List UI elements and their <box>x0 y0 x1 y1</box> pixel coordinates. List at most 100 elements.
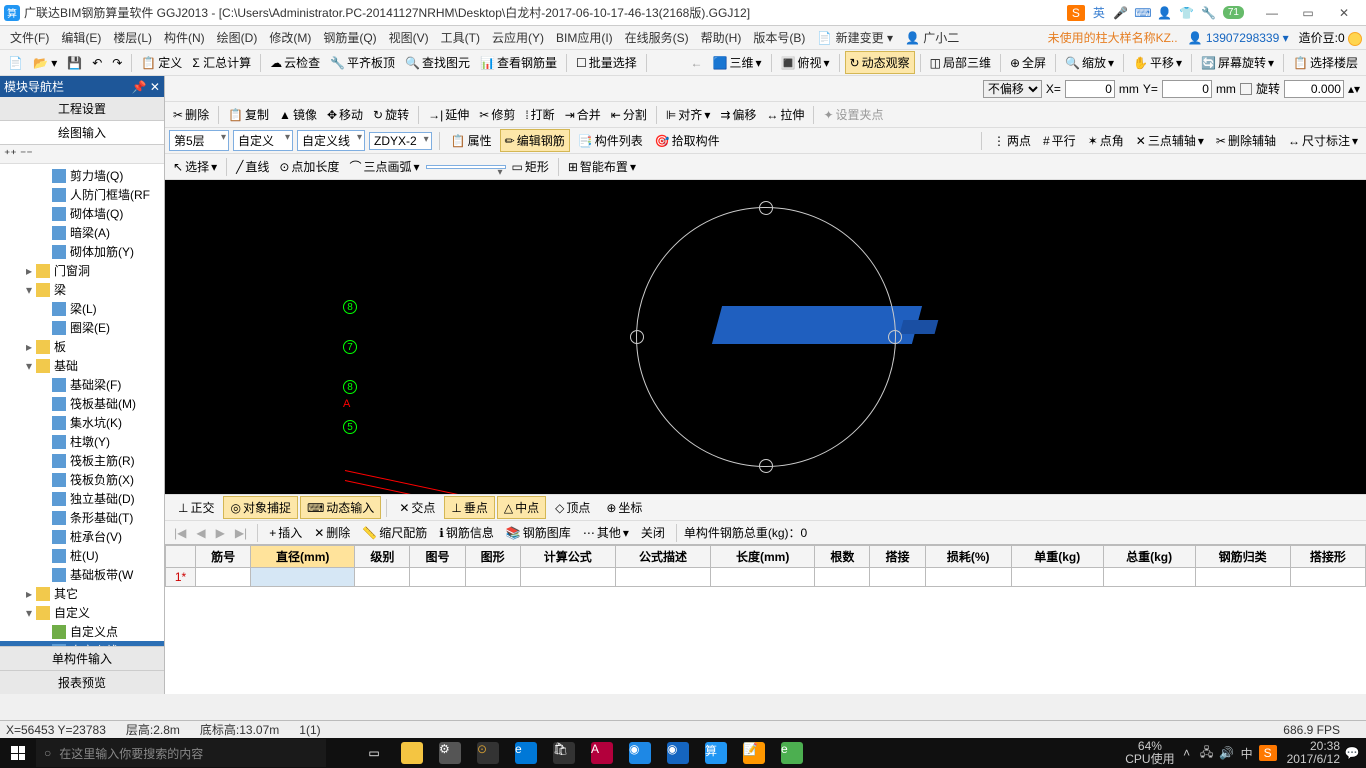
tree-item[interactable]: ▾自定义 <box>0 603 164 622</box>
table-cell[interactable] <box>355 568 410 587</box>
screenrot-button[interactable]: 🔄 屏幕旋转 ▾ <box>1197 52 1278 73</box>
tree-item[interactable]: 条形基础(T) <box>0 508 164 527</box>
tree-item[interactable]: 梁(L) <box>0 299 164 318</box>
sidebar-tab-single[interactable]: 单构件输入 <box>0 646 164 670</box>
category-combo[interactable]: 自定义 <box>233 130 293 151</box>
menu-component[interactable]: 构件(N) <box>158 29 211 46</box>
edge-icon[interactable]: e <box>508 738 544 768</box>
tree-item[interactable]: ▸板 <box>0 337 164 356</box>
find-button[interactable]: 🔍 查找图元 <box>401 52 474 73</box>
wrench-icon[interactable]: 🔧 <box>1201 5 1217 21</box>
cloudcheck-button[interactable]: ☁ 云检查 <box>266 52 324 73</box>
table-header[interactable]: 根数 <box>815 546 870 568</box>
table-header[interactable]: 损耗(%) <box>925 546 1011 568</box>
rdelete-btn[interactable]: ✕ 删除 <box>310 522 354 543</box>
sidebar-pin-icon[interactable]: 📌 ✕ <box>132 80 160 94</box>
select-btn[interactable]: ↖ 选择 ▾ <box>169 156 221 177</box>
break-btn[interactable]: ⁞ 打断 <box>521 104 558 125</box>
app-folder-icon[interactable] <box>394 738 430 768</box>
setclamp-btn[interactable]: ✦ 设置夹点 <box>819 104 887 125</box>
tree-item[interactable]: ▸其它 <box>0 584 164 603</box>
dimension-btn[interactable]: ↔ 尺寸标注 ▾ <box>1284 130 1362 151</box>
pickcomp-btn[interactable]: 🎯 拾取构件 <box>651 130 724 151</box>
menu-phone[interactable]: 👤 13907298339 ▾ <box>1188 31 1289 45</box>
clock[interactable]: 20:382017/6/12 <box>1287 740 1340 766</box>
mic-icon[interactable]: 🎤 <box>1113 5 1129 21</box>
sidebar-tab-settings[interactable]: 工程设置 <box>0 97 164 121</box>
table-header[interactable]: 直径(mm) <box>251 546 355 568</box>
smartlayout-btn[interactable]: ⊞ 智能布置 ▾ <box>564 156 640 177</box>
mid-btn[interactable]: △ 中点 <box>497 496 546 519</box>
selfloor-button[interactable]: 📋 选择楼层 <box>1289 52 1362 73</box>
twopoint-btn[interactable]: ⋮ 两点 <box>989 130 1035 151</box>
app-orange-icon[interactable]: 📝 <box>736 738 772 768</box>
table-header[interactable]: 图号 <box>410 546 465 568</box>
y-input[interactable] <box>1162 80 1212 98</box>
property-btn[interactable]: 📋 属性 <box>447 130 496 151</box>
component-tree[interactable]: 剪力墙(Q)人防门框墙(RF砌体墙(Q)暗梁(A)砌体加筋(Y)▸门窗洞▾梁梁(… <box>0 164 164 646</box>
offset-select[interactable]: 不偏移 <box>983 80 1042 98</box>
tree-item[interactable]: 筏板基础(M) <box>0 394 164 413</box>
rect-btn[interactable]: ▭ 矩形 <box>508 156 553 177</box>
table-cell[interactable] <box>410 568 465 587</box>
app-gear-icon[interactable]: ⚙ <box>432 738 468 768</box>
network-icon[interactable]: 🖧 <box>1199 745 1215 761</box>
save-button[interactable]: 💾 <box>63 54 86 72</box>
rotate-stepper[interactable]: ▴▾ <box>1348 82 1360 96</box>
menu-floor[interactable]: 楼层(L) <box>107 29 158 46</box>
parallel-btn[interactable]: # 平行 <box>1039 130 1080 151</box>
tree-item[interactable]: 砌体加筋(Y) <box>0 242 164 261</box>
app-current-icon[interactable]: 算 <box>698 738 734 768</box>
scalematch-btn[interactable]: 📏 缩尺配筋 <box>358 522 431 543</box>
first-btn[interactable]: |◀ <box>171 526 189 540</box>
viewrebar-button[interactable]: 📊 查看钢筋量 <box>476 52 561 73</box>
tree-item[interactable]: ▾基础 <box>0 356 164 375</box>
expand-icon[interactable]: ⁺⁺ <box>4 147 17 161</box>
table-header[interactable]: 搭接 <box>870 546 925 568</box>
close-button[interactable]: ✕ <box>1326 0 1362 26</box>
name-combo[interactable]: ZDYX-2 <box>369 132 432 150</box>
menu-view[interactable]: 视图(V) <box>383 29 435 46</box>
split-btn[interactable]: ⇤ 分割 <box>607 104 651 125</box>
tree-item[interactable]: 独立基础(D) <box>0 489 164 508</box>
volume-icon[interactable]: 🔊 <box>1219 745 1235 761</box>
floor-combo[interactable]: 第5层 <box>169 130 229 151</box>
table-header[interactable]: 搭接形 <box>1290 546 1365 568</box>
sidebar-tab-report[interactable]: 报表预览 <box>0 670 164 694</box>
table-header[interactable]: 钢筋归类 <box>1195 546 1290 568</box>
undo-button[interactable]: ↶ <box>88 54 106 72</box>
line-btn[interactable]: ╱ 直线 <box>232 156 273 177</box>
search-box[interactable]: ○ 在这里输入你要搜索的内容 <box>36 739 326 767</box>
redo-button[interactable]: ↷ <box>108 54 126 72</box>
ortho-btn[interactable]: ⊥ 正交 <box>171 496 221 519</box>
dyninput-btn[interactable]: ⌨ 动态输入 <box>300 496 381 519</box>
flattop-button[interactable]: 🔧 平齐板顶 <box>326 52 399 73</box>
rebarinfo-btn[interactable]: ℹ 钢筋信息 <box>435 522 498 543</box>
table-cell[interactable] <box>925 568 1011 587</box>
store-icon[interactable]: 🛍 <box>546 738 582 768</box>
pan-button[interactable]: ✋ 平移 ▾ <box>1129 52 1186 73</box>
table-header[interactable]: 总重(kg) <box>1103 546 1195 568</box>
rebar-table[interactable]: 筋号直径(mm)级别图号图形计算公式公式描述长度(mm)根数搭接损耗(%)单重(… <box>165 544 1366 694</box>
tree-item[interactable]: 圈梁(E) <box>0 318 164 337</box>
table-header[interactable]: 公式描述 <box>615 546 710 568</box>
tree-item[interactable]: 剪力墙(Q) <box>0 166 164 185</box>
menu-online[interactable]: 在线服务(S) <box>619 29 695 46</box>
3d-button[interactable]: 🟦 三维 ▾ <box>709 52 766 73</box>
table-cell[interactable] <box>1103 568 1195 587</box>
shirt-icon[interactable]: 👕 <box>1179 5 1195 21</box>
menu-tool[interactable]: 工具(T) <box>435 29 486 46</box>
menu-cloud[interactable]: 云应用(Y) <box>486 29 550 46</box>
vertex-btn[interactable]: ◇ 顶点 <box>548 496 597 519</box>
table-cell[interactable] <box>465 568 520 587</box>
tree-item[interactable]: 暗梁(A) <box>0 223 164 242</box>
table-cell[interactable] <box>1011 568 1103 587</box>
table-header[interactable]: 级别 <box>355 546 410 568</box>
align-btn[interactable]: ⊫ 对齐 ▾ <box>662 104 715 125</box>
copy-btn[interactable]: 📋 复制 <box>224 104 273 125</box>
table-cell[interactable] <box>870 568 925 587</box>
coord-btn[interactable]: ⊕ 坐标 <box>599 496 649 519</box>
menu-version[interactable]: 版本号(B) <box>747 29 811 46</box>
open-button[interactable]: 📂 ▾ <box>29 54 61 72</box>
next-btn[interactable]: ▶ <box>213 526 228 540</box>
